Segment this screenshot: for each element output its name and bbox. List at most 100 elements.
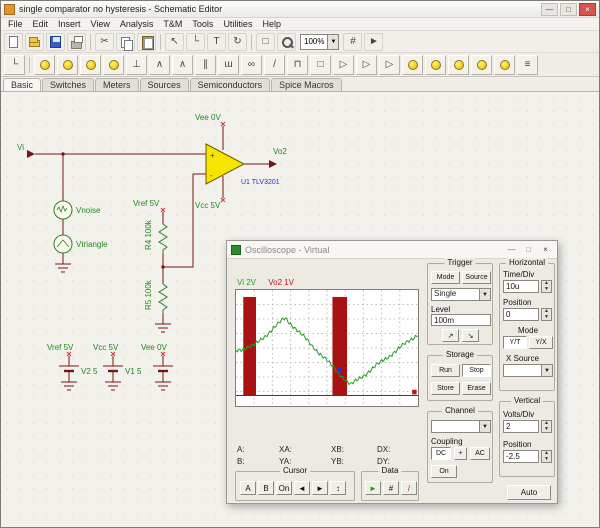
trigger-source-button[interactable]: Source — [462, 271, 491, 284]
zoom-window-icon[interactable]: □ — [256, 33, 275, 51]
voltmeter-icon[interactable] — [402, 55, 423, 75]
signal-source-icon[interactable] — [494, 55, 515, 75]
current-source-icon[interactable] — [57, 55, 78, 75]
xsource-dropdown-arrow[interactable]: ▼ — [541, 365, 552, 376]
stop-button[interactable]: Stop — [462, 364, 491, 377]
ammeter-icon[interactable] — [425, 55, 446, 75]
menu-item-edit[interactable]: Edit — [28, 19, 54, 29]
zoom-icon[interactable] — [277, 33, 296, 51]
yt-mode-button[interactable]: Y/T — [503, 336, 527, 349]
trigger-level-input[interactable] — [431, 314, 491, 326]
relay-icon[interactable]: □ — [310, 55, 331, 75]
scope-maximize-button[interactable]: □ — [521, 243, 536, 256]
tab-sources[interactable]: Sources — [140, 78, 189, 91]
transformer-icon[interactable]: ∞ — [241, 55, 262, 75]
oscilloscope-titlebar[interactable]: Oscilloscope - Virtual — □ × — [227, 241, 557, 259]
voltage-source-icon[interactable] — [34, 55, 55, 75]
diode-icon[interactable]: ▷ — [333, 55, 354, 75]
erase-button[interactable]: Erase — [462, 382, 491, 395]
cursor-right-button[interactable]: ► — [312, 481, 328, 495]
v-position-down-icon[interactable]: ▼ — [542, 457, 551, 463]
timediv-down-icon[interactable]: ▼ — [542, 287, 551, 293]
new-file-icon[interactable] — [4, 33, 23, 51]
cursor-a-button[interactable]: A — [240, 481, 256, 495]
select-arrow-icon[interactable]: ↖ — [165, 33, 184, 51]
menu-item-tm[interactable]: T&M — [158, 19, 187, 29]
wire-tool-icon[interactable]: └ — [186, 33, 205, 51]
ohmmeter-icon[interactable] — [448, 55, 469, 75]
battery-icon[interactable] — [103, 55, 124, 75]
timediv-input[interactable] — [503, 280, 539, 293]
text-tool-icon[interactable]: T — [207, 33, 226, 51]
titlebar[interactable]: single comparator no hysteresis - Schema… — [1, 1, 599, 18]
channel-dropdown-arrow[interactable]: ▼ — [479, 421, 490, 432]
print-icon[interactable] — [67, 33, 86, 51]
v-position-stepper[interactable]: ▲ ▼ — [541, 450, 552, 463]
trigger-falling-edge-button[interactable]: ↘ — [462, 329, 479, 342]
yx-mode-button[interactable]: Y/X — [529, 336, 553, 349]
cursor-updown-button[interactable]: ↕ — [330, 481, 346, 495]
data-table-icon[interactable]: # — [383, 481, 399, 495]
maximize-button[interactable]: □ — [560, 3, 577, 16]
paste-icon[interactable] — [137, 33, 156, 51]
channel-on-button[interactable]: On — [431, 465, 457, 478]
analyzer-icon[interactable]: ≡ — [517, 55, 538, 75]
potentiometer-icon[interactable]: ∧ — [172, 55, 193, 75]
resistor-icon[interactable]: ∧ — [149, 55, 170, 75]
minimize-button[interactable]: — — [541, 3, 558, 16]
scope-close-button[interactable]: × — [538, 243, 553, 256]
voltsdiv-stepper[interactable]: ▲ ▼ — [541, 420, 552, 433]
coupling-gnd-button[interactable]: + — [454, 447, 467, 460]
tab-semiconductors[interactable]: Semiconductors — [190, 78, 271, 91]
voltsdiv-input[interactable] — [503, 420, 539, 433]
data-clear-icon[interactable]: / — [401, 481, 417, 495]
resistor-r5[interactable] — [159, 284, 167, 314]
voltsdiv-down-icon[interactable]: ▼ — [542, 427, 551, 433]
close-button[interactable]: × — [579, 3, 596, 16]
h-position-stepper[interactable]: ▲ ▼ — [541, 308, 552, 321]
wattmeter-icon[interactable] — [471, 55, 492, 75]
led-icon[interactable]: ▷ — [379, 55, 400, 75]
trigger-mode-dropdown-arrow[interactable]: ▼ — [479, 289, 490, 300]
timediv-stepper[interactable]: ▲ ▼ — [541, 280, 552, 293]
v-position-input[interactable] — [503, 450, 539, 463]
zoom-select[interactable]: 100% ▼ — [300, 34, 339, 50]
tab-switches[interactable]: Switches — [42, 78, 94, 91]
zoom-dropdown-arrow[interactable]: ▼ — [327, 35, 338, 49]
open-file-icon[interactable] — [25, 33, 44, 51]
rotate-icon[interactable]: ↻ — [228, 33, 247, 51]
tab-spice-macros[interactable]: Spice Macros — [271, 78, 342, 91]
trigger-mode-button[interactable]: Mode — [431, 271, 460, 284]
scope-minimize-button[interactable]: — — [504, 243, 519, 256]
copy-icon[interactable] — [116, 33, 135, 51]
opamp-u1[interactable]: + - — [206, 144, 244, 184]
trigger-mode-select[interactable]: Single ▼ — [431, 288, 491, 301]
menu-item-file[interactable]: File — [3, 19, 28, 29]
h-position-input[interactable] — [503, 308, 539, 321]
tab-meters[interactable]: Meters — [95, 78, 139, 91]
auto-button[interactable]: Auto — [507, 485, 551, 500]
generator-icon[interactable] — [80, 55, 101, 75]
interactive-mode-icon[interactable]: ► — [364, 33, 383, 51]
tab-basic[interactable]: Basic — [3, 78, 41, 91]
zener-diode-icon[interactable]: ▷ — [356, 55, 377, 75]
trigger-rising-edge-button[interactable]: ↗ — [442, 329, 459, 342]
menu-item-analysis[interactable]: Analysis — [115, 19, 159, 29]
store-button[interactable]: Store — [431, 382, 460, 395]
cursor-left-button[interactable]: ◄ — [294, 481, 310, 495]
capacitor-icon[interactable]: ∥ — [195, 55, 216, 75]
run-button[interactable]: Run — [431, 364, 460, 377]
coupling-ac-button[interactable]: AC — [470, 447, 490, 460]
coupling-dc-button[interactable]: DC — [431, 447, 451, 460]
vtriangle-source[interactable] — [54, 235, 72, 253]
grid-toggle-icon[interactable]: # — [343, 33, 362, 51]
h-position-down-icon[interactable]: ▼ — [542, 315, 551, 321]
wire-icon[interactable]: └ — [4, 55, 25, 75]
ground-icon[interactable]: ⊥ — [126, 55, 147, 75]
vnoise-source[interactable] — [54, 201, 72, 219]
switch-icon[interactable]: / — [264, 55, 285, 75]
menu-item-tools[interactable]: Tools — [187, 19, 218, 29]
menu-item-utilities[interactable]: Utilities — [218, 19, 257, 29]
data-acquire-icon[interactable]: ► — [365, 481, 381, 495]
cut-icon[interactable]: ✂ — [95, 33, 114, 51]
